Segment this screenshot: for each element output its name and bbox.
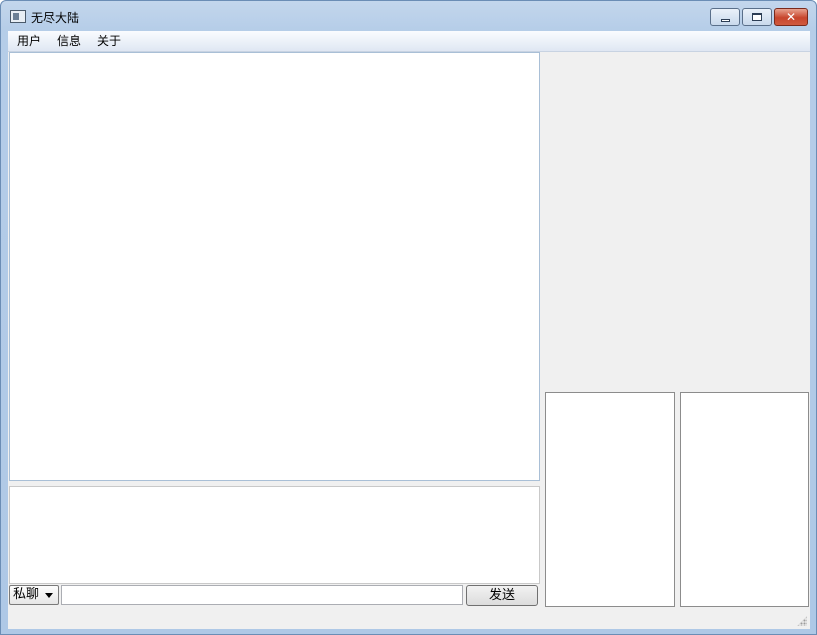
- app-icon: [10, 10, 26, 23]
- right-list-box[interactable]: [680, 392, 809, 607]
- left-list-box[interactable]: [545, 392, 675, 607]
- title-bar[interactable]: 无尽大陆 ✕: [1, 1, 816, 31]
- chevron-down-icon: [45, 593, 53, 598]
- window-title: 无尽大陆: [31, 11, 80, 25]
- close-icon: ✕: [785, 10, 797, 24]
- message-input[interactable]: [61, 585, 463, 605]
- info-panel: [541, 52, 809, 392]
- main-window: 无尽大陆 ✕ 用户 信息 关于 私聊 发送: [0, 0, 817, 635]
- minimize-button[interactable]: [710, 8, 740, 26]
- menu-item-info[interactable]: 信息: [55, 33, 83, 50]
- menu-item-about[interactable]: 关于: [95, 33, 123, 50]
- close-button[interactable]: ✕: [774, 8, 808, 26]
- resize-grip-icon[interactable]: [797, 616, 807, 626]
- chat-history-panel[interactable]: [9, 52, 540, 481]
- chat-mode-select[interactable]: 私聊: [9, 585, 59, 605]
- maximize-icon: [752, 13, 762, 21]
- status-bar: [8, 607, 810, 629]
- send-button[interactable]: 发送: [466, 585, 538, 606]
- maximize-button[interactable]: [742, 8, 772, 26]
- menu-bar: 用户 信息 关于: [8, 31, 810, 52]
- message-compose-area[interactable]: [9, 486, 540, 584]
- menu-item-user[interactable]: 用户: [15, 33, 43, 50]
- chat-mode-value: 私聊: [13, 587, 40, 602]
- minimize-icon: [720, 18, 730, 22]
- client-area: 用户 信息 关于 私聊 发送: [8, 31, 810, 629]
